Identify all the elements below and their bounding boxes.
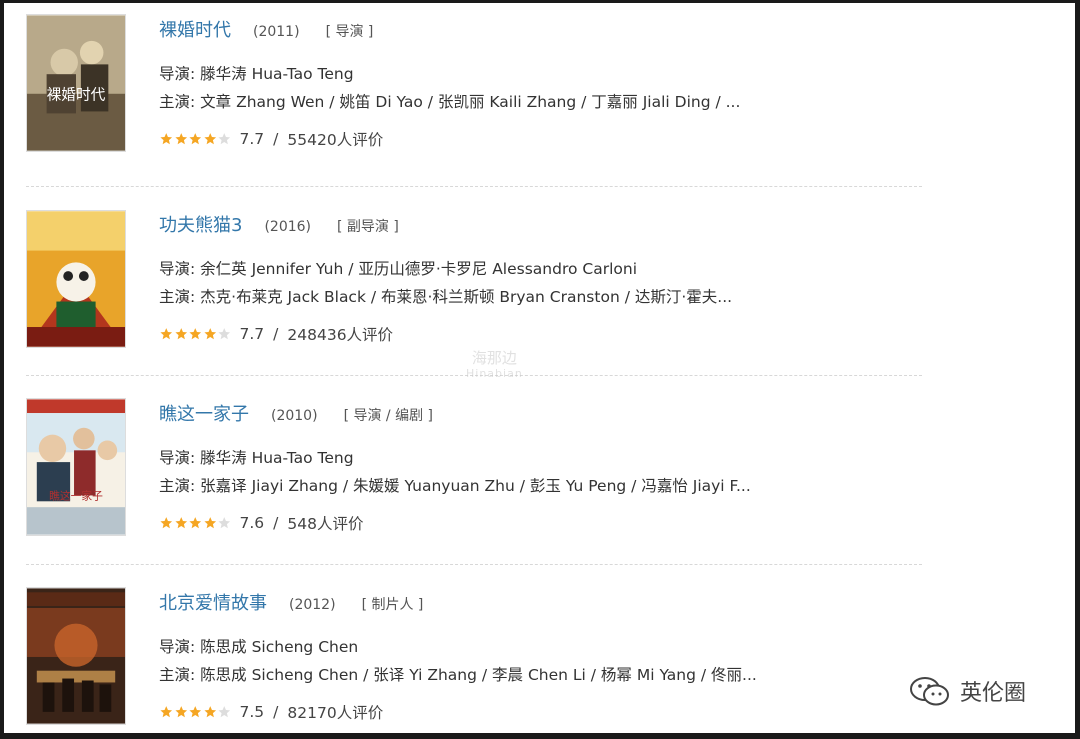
director-line: 导演: 滕华涛 Hua-Tao Teng xyxy=(159,449,354,467)
movie-role: [ 导演 ] xyxy=(325,24,374,40)
star-icon xyxy=(174,706,187,718)
movie-title-link[interactable]: 裸婚时代 xyxy=(159,16,231,42)
star-icon xyxy=(218,517,231,529)
movie-role: [ 副导演 ] xyxy=(337,219,399,235)
brand-name: 英伦圈 xyxy=(960,681,1027,706)
movie-year: (2012) xyxy=(289,597,336,613)
star-icon xyxy=(189,706,202,718)
star-icon xyxy=(218,133,231,145)
cast-line: 主演: 杰克·布莱克 Jack Black / 布莱恩·科兰斯顿 Bryan C… xyxy=(159,288,733,306)
star-icon xyxy=(218,328,231,340)
movie-role: [ 导演 / 编剧 ] xyxy=(343,408,434,424)
director-line: 导演: 滕华涛 Hua-Tao Teng xyxy=(159,65,354,83)
movie-title-link[interactable]: 功夫熊猫3 xyxy=(159,211,242,237)
list-item: 北京爱情故事 (2012) [ 制片人 ] 导演: 陈思成 Sicheng Ch… xyxy=(4,576,1075,733)
rating-score: 7.5 xyxy=(239,703,265,721)
movie-list-panel: 裸婚时代 裸婚时代 (2011) [ 导演 ] 导演: 滕华涛 Hua-Tao … xyxy=(4,3,1075,733)
star-icon xyxy=(174,328,187,340)
star-icon xyxy=(203,133,216,145)
poster-image xyxy=(27,211,125,347)
star-icon xyxy=(189,517,202,529)
star-rating xyxy=(159,327,232,341)
poster-image: 瞧这一家子 xyxy=(27,399,125,535)
rating-separator: / xyxy=(273,130,279,148)
rating-score: 7.6 xyxy=(239,514,265,532)
rating-separator: / xyxy=(273,703,279,721)
star-rating xyxy=(159,705,232,719)
list-item: 裸婚时代 裸婚时代 (2011) [ 导演 ] 导演: 滕华涛 Hua-Tao … xyxy=(4,3,1075,183)
rating-score: 7.7 xyxy=(239,325,265,343)
movie-role: [ 制片人 ] xyxy=(361,597,424,613)
star-icon xyxy=(160,328,173,340)
rating-row: 7.7 / 55420人评价 xyxy=(159,128,1075,150)
star-icon xyxy=(218,706,231,718)
movie-title-link[interactable]: 北京爱情故事 xyxy=(159,589,267,615)
list-item: 瞧这一家子 瞧这一家子 (2010) [ 导演 / 编剧 ] 导演: 滕华涛 H… xyxy=(4,387,1075,567)
star-rating xyxy=(159,132,232,146)
cast-line: 主演: 文章 Zhang Wen / 姚笛 Di Yao / 张凯丽 Kaili… xyxy=(159,93,741,111)
watermark-center: 海那边 Hinabian xyxy=(466,351,523,381)
rating-count: 82170人评价 xyxy=(287,704,384,722)
divider xyxy=(26,186,922,187)
movie-year: (2011) xyxy=(253,24,300,40)
star-icon xyxy=(189,328,202,340)
star-rating xyxy=(159,516,232,530)
movie-poster[interactable]: 裸婚时代 xyxy=(26,14,126,152)
watermark-sub: Hinabian xyxy=(466,367,523,380)
rating-separator: / xyxy=(273,514,279,532)
star-icon xyxy=(160,706,173,718)
star-icon xyxy=(160,517,173,529)
rating-count: 55420人评价 xyxy=(287,131,384,149)
rating-separator: / xyxy=(273,325,279,343)
poster-title: 瞧这一家子 xyxy=(49,489,103,502)
director-line: 导演: 余仁英 Jennifer Yuh / 亚历山德罗·卡罗尼 Alessan… xyxy=(159,260,638,278)
star-icon xyxy=(174,133,187,145)
divider xyxy=(26,564,922,565)
movie-year: (2010) xyxy=(271,408,318,424)
brand-watermark: 英伦圈 xyxy=(908,675,1026,707)
poster-image: 裸婚时代 xyxy=(27,15,125,151)
movie-year: (2016) xyxy=(264,219,312,235)
star-icon xyxy=(203,517,216,529)
list-item: 功夫熊猫3 (2016) [ 副导演 ] 导演: 余仁英 Jennifer Yu… xyxy=(4,198,1075,378)
poster-title: 裸婚时代 xyxy=(47,87,106,104)
cast-line: 主演: 张嘉译 Jiayi Zhang / 朱媛媛 Yuanyuan Zhu /… xyxy=(159,477,751,495)
star-icon xyxy=(189,133,202,145)
rating-row: 7.7 / 248436人评价 xyxy=(159,323,1075,345)
rating-row: 7.6 / 548人评价 xyxy=(159,512,1075,534)
rating-count: 248436人评价 xyxy=(287,326,394,344)
poster-image xyxy=(27,588,125,724)
rating-score: 7.7 xyxy=(239,130,265,148)
movie-title-link[interactable]: 瞧这一家子 xyxy=(159,400,249,426)
star-icon xyxy=(160,133,173,145)
star-icon xyxy=(203,706,216,718)
rating-count: 548人评价 xyxy=(287,515,364,533)
movie-poster[interactable]: 瞧这一家子 xyxy=(26,398,126,536)
star-icon xyxy=(203,328,216,340)
watermark-main: 海那边 xyxy=(471,349,517,367)
movie-poster[interactable] xyxy=(26,210,126,348)
wechat-icon xyxy=(910,677,949,706)
star-icon xyxy=(174,517,187,529)
movie-poster[interactable] xyxy=(26,587,126,725)
director-line: 导演: 陈思成 Sicheng Chen xyxy=(159,638,359,656)
